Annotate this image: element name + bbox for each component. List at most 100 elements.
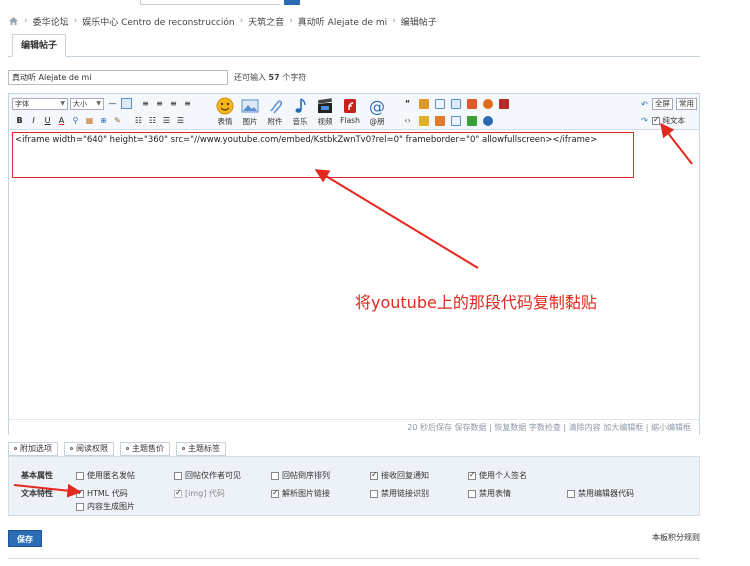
option-label: 禁用编辑器代码 xyxy=(578,489,634,498)
font-family-select[interactable]: 字体 ▼ xyxy=(12,98,68,110)
options-panel: 基本属性 文本特性 使用匿名发帖 回帖仅作者可见 回帖倒序排列 接收回复通知 使… xyxy=(8,456,700,516)
tab-thread-price-label: 主题售价 xyxy=(132,444,164,453)
plain-text-toggle[interactable]: 纯文本 xyxy=(652,115,685,126)
checkbox[interactable] xyxy=(370,489,378,498)
table-insert-icon[interactable] xyxy=(451,99,461,109)
poll-icon[interactable] xyxy=(467,99,477,109)
code-icon[interactable]: ‹› xyxy=(402,115,413,126)
checkbox[interactable] xyxy=(174,488,182,498)
font-size-select[interactable]: 大小 ▼ xyxy=(70,98,104,110)
home-icon[interactable] xyxy=(8,16,19,26)
hide-content-icon[interactable] xyxy=(419,99,429,109)
tab-read-permission[interactable]: 阅读权限 xyxy=(64,442,114,456)
option-reply-author-only[interactable]: 回帖仅作者可见 xyxy=(174,470,241,481)
free-content-icon[interactable] xyxy=(435,99,445,109)
option-label: 禁用表情 xyxy=(479,489,511,498)
flash-button[interactable]: Flash xyxy=(338,97,362,125)
tab-thread-price[interactable]: 主题售价 xyxy=(120,442,170,456)
mention-label: @朋 xyxy=(369,117,385,126)
table-icon[interactable]: ⊕ xyxy=(98,115,109,126)
option-disable-emoticons[interactable]: 禁用表情 xyxy=(468,488,511,499)
unordered-list-icon[interactable]: ☷ xyxy=(147,115,158,126)
option-label: 内容生成图片 xyxy=(87,502,135,511)
format-brush-icon[interactable]: ✎ xyxy=(112,115,123,126)
save-button[interactable]: 保存 xyxy=(8,530,42,547)
text-color-button[interactable]: A xyxy=(56,115,67,126)
option-reply-notify[interactable]: 接收回复通知 xyxy=(370,470,429,481)
breadcrumb-separator: › xyxy=(239,16,244,26)
option-html-code[interactable]: HTML 代码 xyxy=(76,488,128,499)
checkbox[interactable] xyxy=(271,471,279,480)
bg-music-icon[interactable] xyxy=(483,99,493,109)
checkbox[interactable] xyxy=(76,471,84,480)
underline-button[interactable]: U xyxy=(42,115,53,126)
breadcrumb-item-entertainment[interactable]: 娱乐中心 Centro de reconstrucción xyxy=(82,15,234,28)
undo-icon[interactable]: ↶ xyxy=(639,99,650,110)
checkbox[interactable] xyxy=(468,470,476,480)
page-break-icon[interactable] xyxy=(451,116,461,126)
italic-button[interactable]: I xyxy=(28,115,39,126)
tab-thread-tags[interactable]: 主题标签 xyxy=(176,442,226,456)
tab-edit-post[interactable]: 编辑帖子 xyxy=(12,34,67,57)
points-rule-link[interactable]: 本板积分规则 xyxy=(652,532,700,543)
checkbox[interactable] xyxy=(271,488,279,498)
checkbox[interactable] xyxy=(76,502,84,511)
unlink-icon[interactable]: ▦ xyxy=(84,115,95,126)
lock-icon[interactable] xyxy=(419,116,429,126)
emoticon-button[interactable]: 表情 xyxy=(213,97,237,127)
option-label: HTML 代码 xyxy=(87,489,128,498)
breadcrumb-item-forum[interactable]: 委华论坛 xyxy=(33,15,69,28)
align-center-icon[interactable]: ≡ xyxy=(154,98,165,109)
option-parse-image-links[interactable]: 解析图片链接 xyxy=(271,488,330,499)
checkbox[interactable] xyxy=(370,470,378,480)
editor-content[interactable]: <iframe width="640" height="360" src="//… xyxy=(12,132,634,178)
indent-icon[interactable]: ☰ xyxy=(161,115,172,126)
option-label: 解析图片链接 xyxy=(282,489,330,498)
background-color-icon[interactable] xyxy=(121,98,132,109)
checkbox[interactable] xyxy=(468,489,476,498)
outdent-icon[interactable]: ☰ xyxy=(175,115,186,126)
horizontal-rule-icon[interactable]: — xyxy=(107,98,118,109)
plain-text-checkbox[interactable] xyxy=(652,115,660,125)
option-disable-link-detect[interactable]: 禁用链接识别 xyxy=(370,488,429,499)
award-icon[interactable] xyxy=(435,116,445,126)
editor-status-bar[interactable]: 20 秒后保存 保存数据 | 恢复数据 字数检查 | 清除内容 加大编辑框 | … xyxy=(9,419,699,435)
basic-attributes-label: 基本属性 xyxy=(21,471,53,480)
attachment-button[interactable]: 附件 xyxy=(263,97,287,127)
fullscreen-button[interactable]: 全屏 xyxy=(652,98,673,110)
align-justify-icon[interactable]: ≡ xyxy=(182,98,193,109)
checkbox[interactable] xyxy=(76,488,84,498)
option-disable-editor-code[interactable]: 禁用编辑器代码 xyxy=(567,488,634,499)
align-right-icon[interactable]: ≡ xyxy=(168,98,179,109)
image-button[interactable]: 图片 xyxy=(238,97,262,127)
option-signature[interactable]: 使用个人签名 xyxy=(468,470,527,481)
breadcrumb-item-music[interactable]: 天筑之音 xyxy=(248,15,284,28)
common-toolbar-button[interactable]: 常用 xyxy=(676,98,697,110)
align-left-icon[interactable]: ≡ xyxy=(140,98,151,109)
quote-icon[interactable]: “ xyxy=(402,98,413,109)
checkbox[interactable] xyxy=(567,489,575,498)
ordered-list-icon[interactable]: ☷ xyxy=(133,115,144,126)
option-img-code[interactable]: [img] 代码 xyxy=(174,488,225,499)
tab-bullet-icon xyxy=(182,447,185,450)
checkbox[interactable] xyxy=(174,471,182,480)
breadcrumb-separator: › xyxy=(289,16,293,26)
download-icon[interactable] xyxy=(467,116,477,126)
tab-extra-options[interactable]: 附加选项 xyxy=(8,442,58,456)
user-icon[interactable] xyxy=(499,99,509,109)
option-content-to-image[interactable]: 内容生成图片 xyxy=(76,501,135,512)
redo-icon[interactable]: ↷ xyxy=(639,115,650,126)
font-size-select-label: 大小 xyxy=(73,100,87,108)
music-button[interactable]: 音乐 xyxy=(288,97,312,127)
video-button[interactable]: 视频 xyxy=(313,97,337,127)
globe-icon[interactable] xyxy=(483,116,493,126)
option-reverse-order[interactable]: 回帖倒序排列 xyxy=(271,470,330,481)
breadcrumb-item-thread[interactable]: 真动听 Alejate de mi xyxy=(298,15,387,28)
title-input[interactable] xyxy=(8,70,228,85)
option-anonymous[interactable]: 使用匿名发帖 xyxy=(76,470,135,481)
search-button[interactable] xyxy=(284,0,300,5)
bold-button[interactable]: B xyxy=(14,115,25,126)
flash-label: Flash xyxy=(340,116,360,125)
link-icon[interactable]: ⚲ xyxy=(70,115,81,126)
mention-button[interactable]: @ @朋 xyxy=(365,97,389,127)
